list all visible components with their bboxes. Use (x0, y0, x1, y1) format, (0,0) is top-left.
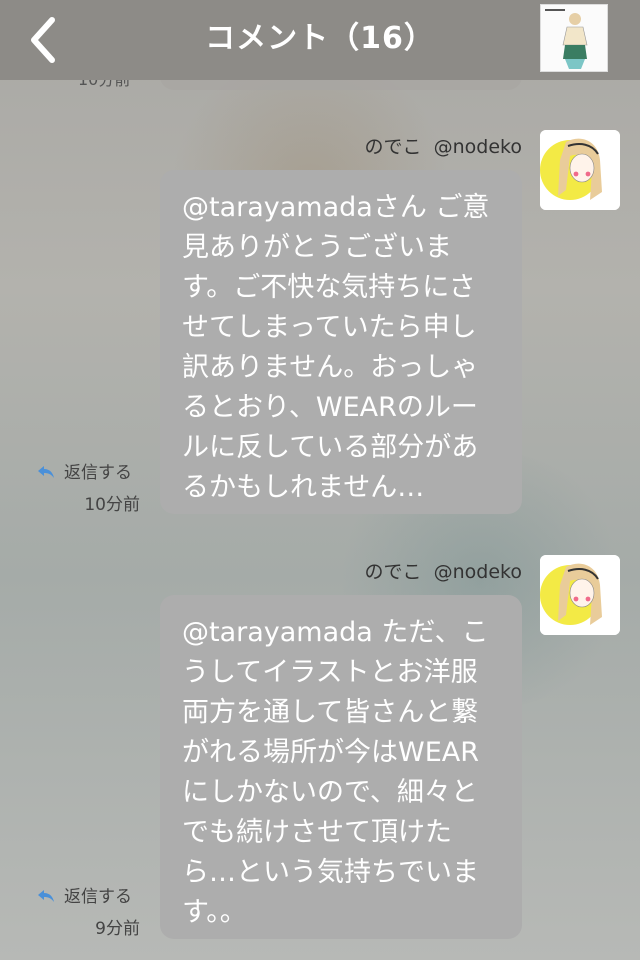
reply-arrow-icon (38, 890, 54, 902)
comment-time: 9分前 (95, 919, 140, 939)
comment-bubble: @tarayamada ただ、こうしてイラストとお洋服両方を通して皆さんと繋がれ… (160, 595, 522, 939)
comment-author: のでこ @nodeko (365, 557, 522, 584)
reply-label: 返信する (64, 887, 132, 907)
reply-label: 返信する (64, 463, 132, 483)
avatar-illustration-icon (540, 130, 620, 210)
comment-time: 10分前 (84, 495, 140, 515)
comment-bubble: @tarayamadaさん ご意見ありがとうございます。ご不快な気持ちにさせてし… (160, 170, 522, 514)
avatar[interactable] (540, 130, 620, 210)
author-name: のでこ (364, 136, 422, 158)
post-thumbnail[interactable] (540, 4, 608, 72)
comment-author: のでこ @nodeko (365, 132, 522, 159)
avatar[interactable] (540, 555, 620, 635)
reply-button[interactable]: 返信する (36, 882, 132, 907)
author-name: のでこ (364, 561, 422, 583)
reply-button[interactable]: 返信する (36, 458, 132, 483)
author-handle: @nodeko (433, 561, 522, 583)
nav-header: コメント（16） (0, 0, 640, 80)
reply-arrow-icon (38, 466, 54, 478)
outfit-illustration-icon (541, 5, 607, 71)
author-handle: @nodeko (433, 136, 522, 158)
avatar-illustration-icon (540, 555, 620, 635)
